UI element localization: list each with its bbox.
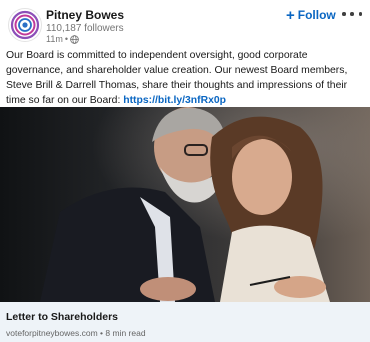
article-meta: voteforpitneybowes.com • 8 min read	[6, 328, 146, 338]
pitney-bowes-logo-icon	[10, 10, 40, 40]
article-domain: voteforpitneybowes.com	[6, 328, 98, 338]
article-read-time: 8 min read	[105, 328, 146, 338]
post-time: 11m	[46, 34, 63, 44]
meta-separator: •	[64, 34, 68, 44]
post-text: Our Board is committed to independent ov…	[6, 48, 364, 108]
post-link[interactable]: https://bit.ly/3nfRx0p	[123, 95, 226, 106]
follow-button[interactable]: + Follow	[286, 6, 336, 24]
globe-icon	[70, 34, 79, 44]
article-separator: •	[100, 328, 104, 338]
follower-count: 110,187 followers	[46, 23, 124, 34]
more-dot	[350, 12, 354, 16]
company-name[interactable]: Pitney Bowes	[46, 8, 124, 22]
more-dot	[358, 12, 362, 16]
more-options-button[interactable]	[342, 6, 362, 22]
article-link-card[interactable]: Letter to Shareholders voteforpitneybowe…	[0, 302, 370, 342]
linkedin-post: Pitney Bowes 110,187 followers 11m • + F…	[0, 0, 370, 342]
post-meta: 11m •	[46, 34, 79, 44]
photo-board-members	[0, 107, 370, 302]
article-title[interactable]: Letter to Shareholders	[6, 311, 118, 323]
post-image[interactable]	[0, 107, 370, 302]
follow-label: Follow	[297, 8, 336, 22]
more-dot	[342, 12, 346, 16]
plus-icon: +	[286, 6, 295, 24]
post-header: Pitney Bowes 110,187 followers 11m • + F…	[0, 0, 370, 46]
company-logo[interactable]	[8, 8, 42, 42]
